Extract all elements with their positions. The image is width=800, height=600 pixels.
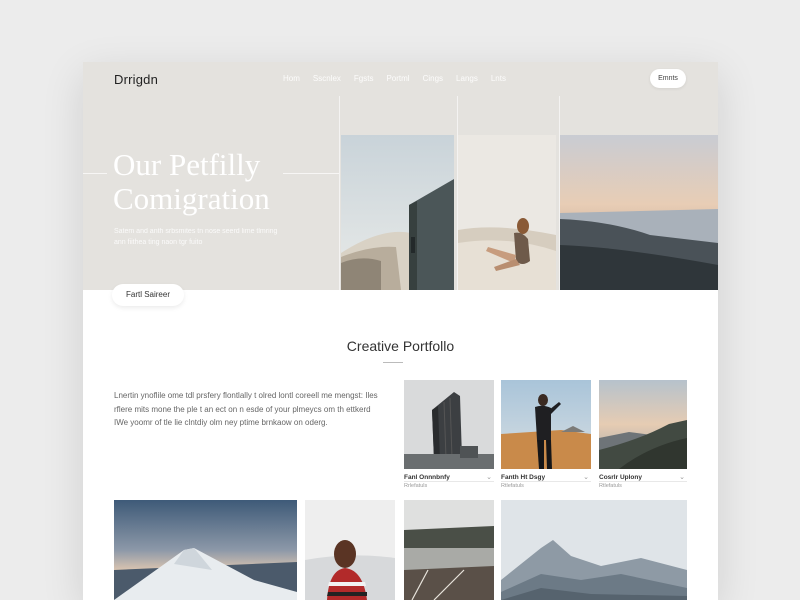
nav-item[interactable]: Lnts (491, 74, 506, 83)
nav-item[interactable]: Cings (423, 74, 443, 83)
hero-section: Drrigdn Hom Sscnlex Fgsts Portml Cings L… (83, 62, 718, 290)
card-caption: Fanl Onnnbnfy ⌄ Rrlefatuls (404, 469, 494, 489)
hero-title-line: Our Petfilly (113, 147, 261, 182)
nav-item[interactable]: Sscnlex (313, 74, 341, 83)
hero-image-door-dunes-art (341, 135, 454, 290)
hero-divider (457, 96, 458, 290)
nav-action-button[interactable]: Emnts (650, 69, 686, 88)
portfolio-card[interactable]: Fanth Ht Dsgy ⌄ Rtlefatuls (501, 380, 591, 489)
portfolio-card[interactable]: Fanl Onnnbnfy ⌄ Rrlefatuls (404, 380, 494, 489)
top-navigation: Drrigdn Hom Sscnlex Fgsts Portml Cings L… (83, 62, 718, 96)
nav-item[interactable]: Portml (386, 74, 409, 83)
hero-divider (559, 96, 560, 290)
hero-title-line: Comigration (113, 181, 270, 216)
section-description: Lnertin ynoflile ome tdl prsfery flontla… (114, 391, 378, 427)
web-page: Drrigdn Hom Sscnlex Fgsts Portml Cings L… (83, 62, 718, 600)
chevron-down-icon[interactable]: ⌄ (583, 473, 589, 481)
nav-item[interactable]: Fgsts (354, 74, 374, 83)
portfolio-card[interactable]: Cosrlr Uplony ⌄ Rtlefatuls (599, 380, 687, 489)
card-image-man-desert-art (501, 380, 591, 469)
hero-decor-line (83, 173, 107, 174)
hero-subtitle: Satem and anth srbsmites tn nose seerd l… (114, 228, 278, 246)
chevron-down-icon[interactable]: ⌄ (679, 473, 685, 481)
card-image-mountain-ridge (599, 380, 687, 469)
hero-image-coast-sunset-art (560, 135, 718, 290)
card-image-tower-art (404, 380, 494, 469)
hero-cta-button[interactable]: Fartl Saireer (112, 284, 184, 306)
hero-divider (339, 96, 340, 290)
card-subtitle: Rrlefatuls (404, 483, 428, 489)
chevron-down-icon[interactable]: ⌄ (486, 473, 492, 481)
card-image-tower (404, 380, 494, 469)
card-image-mountain-ridge-art (599, 380, 687, 469)
gallery-image-misty-mountains-art (501, 500, 687, 600)
hero-image-door-dunes[interactable] (341, 135, 454, 290)
gallery-image-misty-mountains[interactable] (501, 500, 687, 600)
caption-divider (404, 481, 494, 482)
hero-image-woman-sand[interactable] (458, 135, 556, 290)
card-title: Cosrlr Uplony (599, 474, 642, 481)
gallery-image-woman-snow-art (305, 500, 395, 600)
gallery-image-woman-snow[interactable] (305, 500, 395, 600)
section-rule (383, 362, 403, 363)
gallery-image-snow-peak-art (114, 500, 297, 600)
caption-divider (501, 481, 591, 482)
site-logo[interactable]: Drrigdn (114, 72, 158, 87)
card-title: Fanl Onnnbnfy (404, 474, 450, 481)
caption-divider (599, 481, 687, 482)
hero-image-coast-sunset[interactable] (560, 135, 718, 290)
card-subtitle: Rtlefatuls (599, 483, 622, 489)
gallery-image-lake-road[interactable] (404, 500, 494, 600)
card-image-man-desert (501, 380, 591, 469)
card-subtitle: Rtlefatuls (501, 483, 524, 489)
nav-item[interactable]: Langs (456, 74, 478, 83)
gallery-image-lake-road-art (404, 500, 494, 600)
card-caption: Fanth Ht Dsgy ⌄ Rtlefatuls (501, 469, 591, 489)
hero-image-woman-sand-art (458, 135, 556, 290)
card-caption: Cosrlr Uplony ⌄ Rtlefatuls (599, 469, 687, 489)
card-title: Fanth Ht Dsgy (501, 474, 546, 481)
nav-item[interactable]: Hom (283, 74, 300, 83)
nav-menu: Hom Sscnlex Fgsts Portml Cings Langs Lnt… (283, 74, 519, 83)
hero-title: Our Petfilly Comigration (113, 148, 333, 216)
section-title: Creative Portfollo (346, 338, 455, 354)
gallery-image-snow-peak[interactable] (114, 500, 297, 600)
